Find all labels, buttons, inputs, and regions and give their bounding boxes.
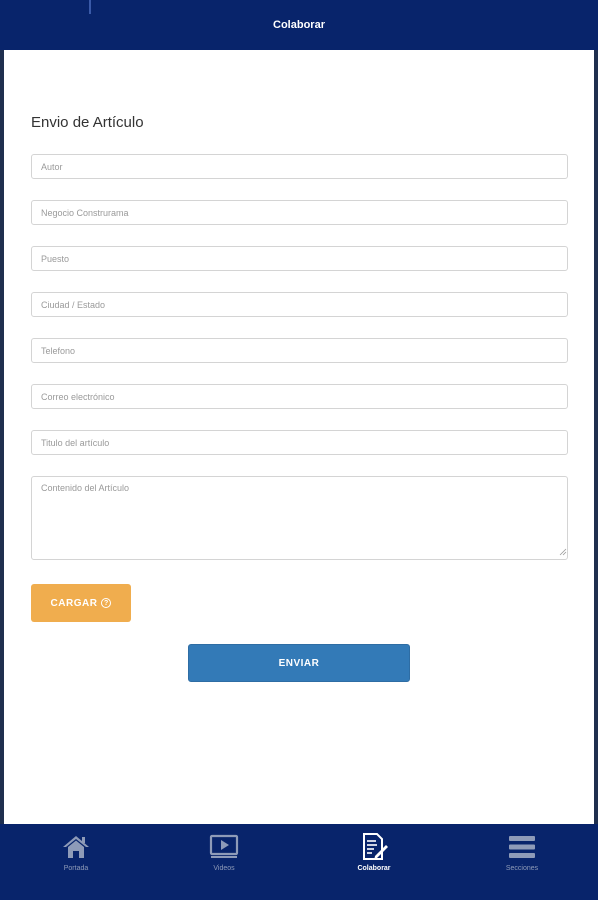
nav-label-secciones: Secciones [505, 865, 539, 872]
nav-label-portada: Portada [63, 865, 89, 872]
nav-label-videos: Videos [213, 865, 235, 872]
resize-grip-icon[interactable] [559, 548, 567, 556]
nav-item-videos[interactable]: Videos [179, 832, 269, 882]
submit-button[interactable]: ENVIAR [188, 644, 410, 682]
menu-icon [507, 832, 537, 862]
bottom-nav: Portada Videos Colaborar Secciones [0, 824, 598, 900]
page-title: Colaborar [273, 19, 325, 31]
edit-document-icon [359, 832, 389, 862]
upload-button[interactable]: CARGAR ? [31, 584, 131, 622]
upload-button-label: CARGAR [50, 597, 98, 609]
nav-item-portada[interactable]: Portada [31, 832, 121, 882]
correo-field[interactable] [31, 384, 568, 409]
video-icon [209, 832, 239, 862]
nav-item-secciones[interactable]: Secciones [477, 832, 567, 882]
telefono-field[interactable] [31, 338, 568, 363]
titulo-field[interactable] [31, 430, 568, 455]
form-container: Envio de Artículo CARGAR ? ENVIAR [4, 50, 594, 824]
negocio-field[interactable] [31, 200, 568, 225]
home-icon [61, 832, 91, 862]
nav-item-colaborar[interactable]: Colaborar [329, 832, 419, 882]
contenido-field[interactable] [31, 476, 568, 560]
puesto-field[interactable] [31, 246, 568, 271]
info-circle-icon: ? [101, 598, 112, 608]
header-accent [89, 0, 91, 14]
nav-label-colaborar: Colaborar [357, 865, 391, 872]
header-bar: Colaborar [0, 0, 598, 50]
ciudad-field[interactable] [31, 292, 568, 317]
autor-field[interactable] [31, 154, 568, 179]
form-title: Envio de Artículo [31, 114, 144, 131]
